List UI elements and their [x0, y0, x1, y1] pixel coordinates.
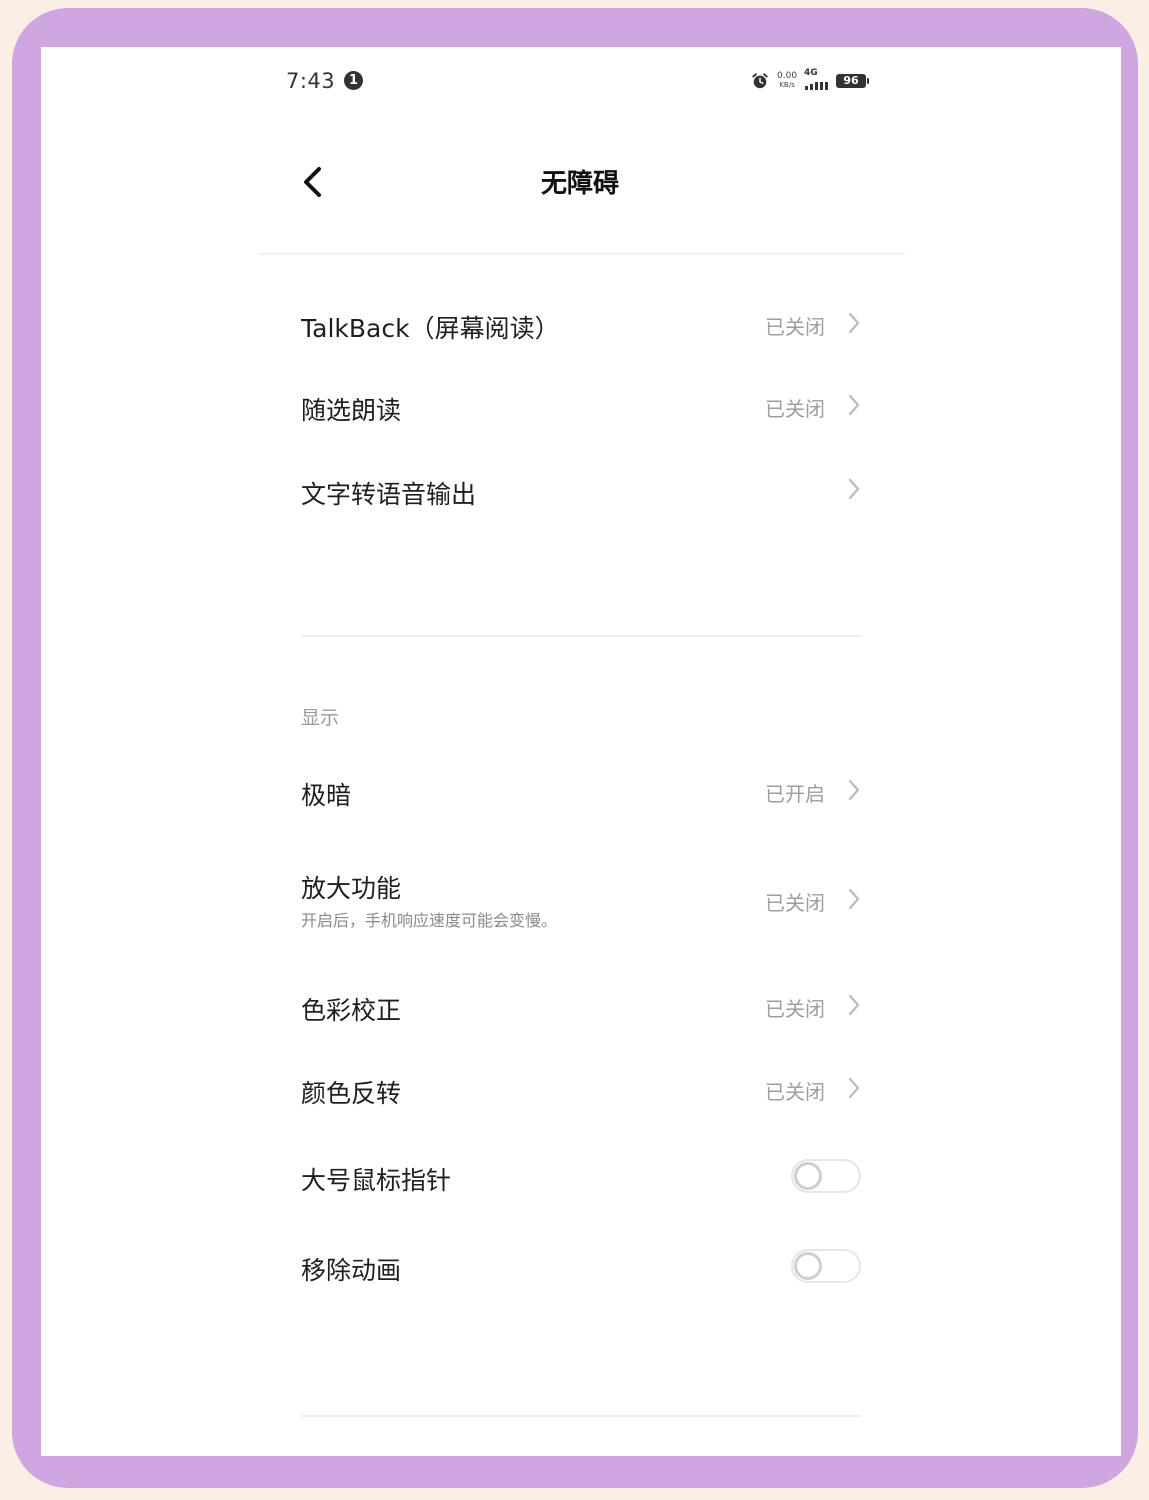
chevron-right-icon [848, 312, 860, 334]
signal-icon: 4G [804, 68, 829, 90]
alarm-icon [752, 73, 768, 89]
large-pointer-row: 大号鼠标指针 [301, 1159, 861, 1201]
header-divider [259, 253, 905, 255]
notification-badge: 1 [344, 71, 363, 90]
section-divider [301, 635, 861, 637]
chevron-right-icon [848, 888, 860, 910]
battery-level: 96 [843, 74, 859, 87]
talkback-row[interactable]: TalkBack（屏幕阅读） 已关闭 [301, 309, 861, 349]
remove-animations-label: 移除动画 [301, 1256, 402, 1285]
status-time: 7:43 [286, 69, 336, 93]
tts-output-label: 文字转语音输出 [301, 480, 477, 509]
page-title: 无障碍 [541, 169, 620, 199]
extra-dim-status: 已开启 [765, 782, 825, 806]
large-pointer-label: 大号鼠标指针 [301, 1166, 452, 1195]
chevron-right-icon [848, 478, 860, 500]
toggle-knob [794, 1252, 822, 1280]
display-section-title: 显示 [301, 707, 340, 729]
color-inversion-row[interactable]: 颜色反转 已关闭 [301, 1074, 861, 1114]
magnification-row[interactable]: 放大功能 开启后，手机响应速度可能会变慢。 已关闭 [301, 869, 861, 939]
battery-icon: 96 [836, 74, 870, 88]
extra-dim-row[interactable]: 极暗 已开启 [301, 776, 861, 816]
chevron-right-icon [848, 994, 860, 1016]
color-correction-status: 已关闭 [765, 997, 825, 1021]
phone-screen: 7:43 1 0.00 KB/s 4G 96 无障碍 TalkBack（屏幕阅读… [41, 47, 1121, 1456]
remove-animations-row: 移除动画 [301, 1249, 861, 1291]
net-speed-unit: KB/s [779, 81, 795, 89]
status-icons: 0.00 KB/s 4G 96 [751, 67, 870, 95]
select-to-speak-label: 随选朗读 [301, 396, 402, 425]
talkback-label: TalkBack（屏幕阅读） [301, 314, 560, 343]
color-correction-row[interactable]: 色彩校正 已关闭 [301, 991, 861, 1031]
magnification-subtitle: 开启后，手机响应速度可能会变慢。 [301, 911, 558, 930]
select-to-speak-status: 已关闭 [765, 397, 825, 421]
large-pointer-toggle[interactable] [791, 1159, 861, 1193]
magnification-status: 已关闭 [765, 891, 825, 915]
back-arrow-icon[interactable] [299, 165, 325, 199]
color-inversion-label: 颜色反转 [301, 1079, 402, 1108]
net-speed: 0.00 KB/s [777, 72, 797, 90]
remove-animations-toggle[interactable] [791, 1249, 861, 1283]
tts-output-row[interactable]: 文字转语音输出 [301, 475, 861, 515]
toggle-knob [794, 1162, 822, 1190]
select-to-speak-row[interactable]: 随选朗读 已关闭 [301, 391, 861, 431]
color-correction-label: 色彩校正 [301, 996, 402, 1025]
network-type: 4G [804, 68, 818, 78]
talkback-status: 已关闭 [765, 315, 825, 339]
chevron-right-icon [848, 779, 860, 801]
net-speed-value: 0.00 [777, 71, 798, 81]
chevron-right-icon [848, 1077, 860, 1099]
chevron-right-icon [848, 394, 860, 416]
color-inversion-status: 已关闭 [765, 1080, 825, 1104]
extra-dim-label: 极暗 [301, 781, 352, 810]
magnification-label: 放大功能 [301, 874, 402, 903]
section-divider [301, 1415, 861, 1417]
